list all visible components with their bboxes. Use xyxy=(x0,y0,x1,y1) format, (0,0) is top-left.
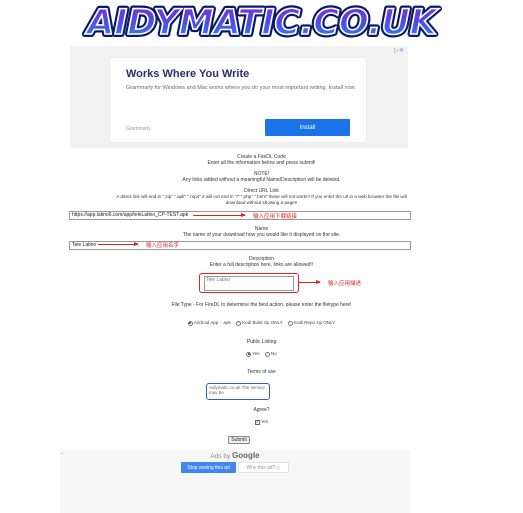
filetype-option-repo[interactable]: Kodi Repo zip ONLY xyxy=(288,320,335,326)
submit-button[interactable]: Submit xyxy=(228,436,250,444)
ad-choices-icon[interactable]: ▷✕ xyxy=(394,47,404,54)
name-annotation-arrow xyxy=(98,242,139,246)
public-option-no[interactable]: No xyxy=(264,351,277,357)
description-annotation: 输入应用描述 xyxy=(328,281,362,287)
ad-description: Grammarly for Windows and Mac works wher… xyxy=(126,85,356,91)
bottom-ad[interactable]: ← Ads by Google Stop seeing this ad Why … xyxy=(60,450,410,513)
filetype-option-build[interactable]: Kodi Build zip ONLY xyxy=(236,320,283,326)
public-no-radio[interactable] xyxy=(264,351,270,357)
description-textarea[interactable]: Tele Latino xyxy=(199,273,299,293)
ad-card[interactable]: Works Where You Write Grammarly for Wind… xyxy=(110,58,366,142)
ad-brand: Grammarly xyxy=(126,126,151,132)
url-help-2: download without showing a page!! xyxy=(225,200,298,205)
terms-textarea[interactable]: Aidymatic.co.uk The service may be xyxy=(206,383,270,400)
name-help: The name of your download how you would … xyxy=(182,232,341,238)
url-annotation-arrow xyxy=(193,213,246,217)
filetype-option-apk[interactable]: Android App - .apk xyxy=(187,320,231,326)
description-annotation-arrow xyxy=(298,280,321,284)
ads-by-google: Ads by Google xyxy=(210,451,260,460)
agree-label: Agree? xyxy=(253,407,270,413)
public-option-yes[interactable]: Yes xyxy=(246,351,260,357)
agree-checkbox[interactable]: ✓ xyxy=(254,419,260,425)
filetype-options: Android App - .apk Kodi Build zip ONLY K… xyxy=(0,320,523,328)
logo-text: AIDYMATIC.CO.UK xyxy=(84,3,440,43)
repo-radio[interactable] xyxy=(288,320,294,326)
terms-label: Terms of use xyxy=(247,369,276,375)
public-yes-radio[interactable] xyxy=(246,351,252,357)
name-input[interactable]: Tele Latino xyxy=(69,241,411,250)
description-help: Enter a full description here, links are… xyxy=(209,262,314,268)
agree-checkbox-group[interactable]: ✓ Yes xyxy=(254,419,268,425)
google-label: Google xyxy=(232,451,260,460)
ad-install-button[interactable]: Install xyxy=(265,119,350,136)
name-annotation: 输入应用名字 xyxy=(146,243,180,249)
public-label: Public Listing xyxy=(246,339,277,345)
ad-title[interactable]: Works Where You Write xyxy=(126,68,249,80)
agree-option: ✓ Yes xyxy=(0,419,523,425)
filetype-label: File Type - For FireDL to determine the … xyxy=(171,302,352,308)
url-annotation: 输入应用下载链接 xyxy=(253,214,298,220)
stop-seeing-ad-button[interactable]: Stop seeing this ad xyxy=(181,462,236,473)
public-options: Yes No xyxy=(0,351,523,359)
build-radio[interactable] xyxy=(236,320,242,326)
why-this-ad-button[interactable]: Why this ad? ▷ xyxy=(238,462,289,473)
note-text: Any links added without a meaningful Nam… xyxy=(182,177,341,183)
top-ad[interactable]: ▷✕ Works Where You Write Grammarly for W… xyxy=(70,46,408,148)
apk-radio[interactable] xyxy=(187,320,193,326)
site-logo: AIDYMATIC.CO.UK AIDYMATIC.CO.UK xyxy=(81,0,443,46)
description-value: Tele Latino xyxy=(204,276,294,291)
form-instruction: Enter all the information below and pres… xyxy=(207,160,316,166)
